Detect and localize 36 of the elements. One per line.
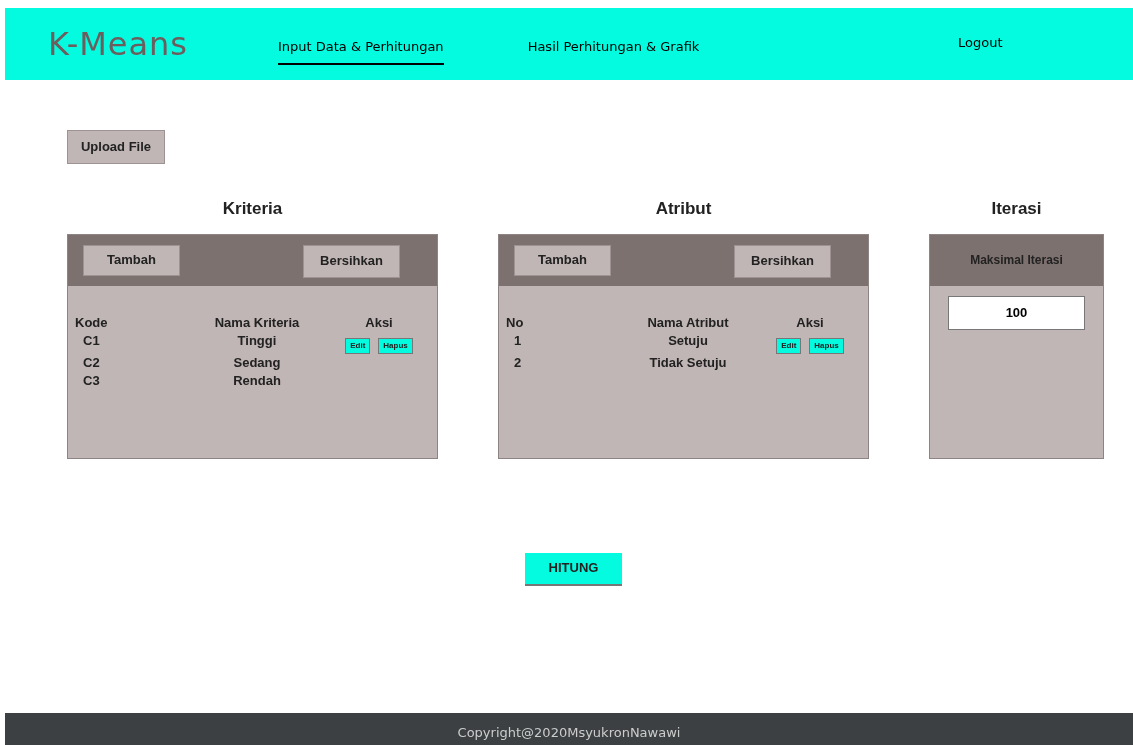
field-label: Maksimal Iterasi <box>970 252 1063 269</box>
table-cell-text: Setuju <box>667 331 709 350</box>
table-cell-text: 1 <box>513 331 523 350</box>
panel-title: Atribut <box>654 198 713 220</box>
table-cell-text: Sedang <box>232 353 282 372</box>
delete-button[interactable]: Hapus <box>378 337 413 354</box>
upload-button[interactable]: Upload File <box>67 130 165 164</box>
edit-button[interactable]: Edit <box>345 337 371 354</box>
compute-button[interactable]: HITUNG <box>525 552 622 586</box>
footer-text: Copyright@2020MsyukronNawawi <box>5 713 1133 745</box>
table-cell-text: Tinggi <box>236 331 278 350</box>
logo: K-Means <box>48 24 190 65</box>
table-cell-text: C2 <box>82 353 101 372</box>
column-header: Kode <box>75 313 109 332</box>
add-button[interactable]: Tambah <box>514 244 611 276</box>
logout-link[interactable]: Logout <box>958 27 1003 61</box>
clear-button[interactable]: Bersihkan <box>734 244 831 278</box>
table-cell-text: C3 <box>82 371 101 390</box>
table-cell-text: Rendah <box>232 371 282 390</box>
nav-link[interactable]: Hasil Perhitungan & Grafik <box>527 31 700 65</box>
column-header: Aksi <box>364 313 394 332</box>
column-header: No <box>506 313 525 332</box>
edit-button[interactable]: Edit <box>776 337 802 354</box>
panel-title: Iterasi <box>990 198 1043 220</box>
column-header: Nama Atribut <box>646 313 730 332</box>
table-cell-text: 2 <box>513 353 523 372</box>
table-cell-text: C1 <box>82 331 101 350</box>
column-header: Aksi <box>795 313 825 332</box>
clear-button[interactable]: Bersihkan <box>303 244 400 278</box>
iteration-input[interactable]: 100 <box>948 295 1085 330</box>
delete-button[interactable]: Hapus <box>809 337 844 354</box>
table-cell-text: Tidak Setuju <box>648 353 728 372</box>
nav-link[interactable]: Input Data & Perhitungan <box>278 31 444 65</box>
add-button[interactable]: Tambah <box>83 244 180 276</box>
panel-title: Kriteria <box>221 198 284 220</box>
column-header: Nama Kriteria <box>213 313 301 332</box>
